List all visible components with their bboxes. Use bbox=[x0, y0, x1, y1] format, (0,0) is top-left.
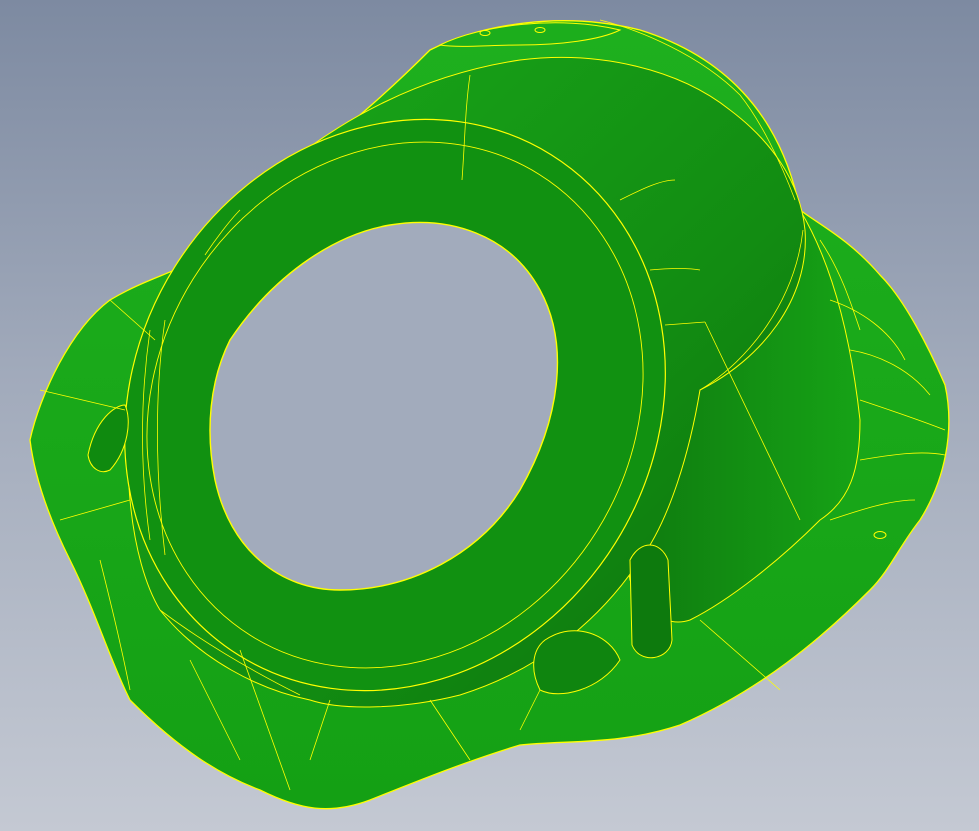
graphics-viewport[interactable] bbox=[0, 0, 979, 831]
cad-model-part[interactable] bbox=[0, 0, 979, 831]
lower-pocket bbox=[629, 544, 673, 659]
